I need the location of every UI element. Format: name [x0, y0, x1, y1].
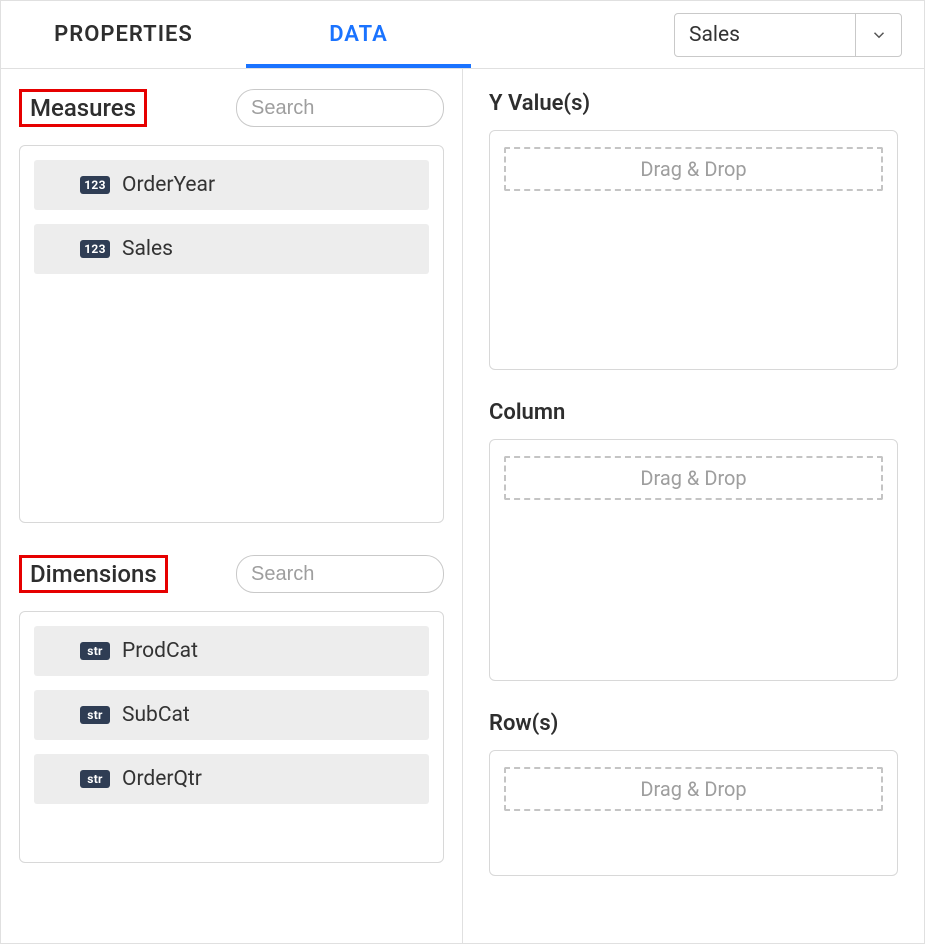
field-label: OrderQtr	[122, 767, 202, 791]
header: PROPERTIES DATA Sales	[1, 1, 924, 69]
column-title: Column	[489, 400, 898, 425]
dimensions-title-highlight: Dimensions	[19, 555, 168, 593]
string-type-icon: str	[80, 706, 110, 724]
y-values-dropzone[interactable]: Drag & Drop	[504, 147, 883, 191]
field-label: Sales	[122, 237, 173, 261]
measure-field-sales[interactable]: 123 Sales	[34, 224, 429, 274]
measures-header: Measures	[19, 89, 444, 127]
measures-title-highlight: Measures	[19, 89, 147, 127]
tab-properties[interactable]: PROPERTIES	[1, 1, 246, 68]
chevron-down-icon	[855, 14, 901, 56]
rows-container: Drag & Drop	[489, 750, 898, 876]
string-type-icon: str	[80, 770, 110, 788]
field-label: ProdCat	[122, 639, 198, 663]
field-label: SubCat	[122, 703, 190, 727]
dimensions-header: Dimensions	[19, 555, 444, 593]
dimensions-title: Dimensions	[30, 560, 157, 588]
measure-field-orderyear[interactable]: 123 OrderYear	[34, 160, 429, 210]
y-values-container: Drag & Drop	[489, 130, 898, 370]
numeric-type-icon: 123	[80, 176, 110, 194]
main: Measures 123 OrderYear 123 Sales	[1, 69, 924, 943]
tabs: PROPERTIES DATA	[1, 1, 471, 68]
dimension-field-prodcat[interactable]: str ProdCat	[34, 626, 429, 676]
dimensions-search-box[interactable]	[236, 555, 444, 593]
measures-title: Measures	[30, 94, 136, 122]
dimension-field-subcat[interactable]: str SubCat	[34, 690, 429, 740]
dimension-field-orderqtr[interactable]: str OrderQtr	[34, 754, 429, 804]
tab-data[interactable]: DATA	[246, 1, 471, 68]
field-label: OrderYear	[122, 173, 215, 197]
dimensions-list: str ProdCat str SubCat str OrderQtr	[19, 611, 444, 863]
measures-search-box[interactable]	[236, 89, 444, 127]
column-dropzone[interactable]: Drag & Drop	[504, 456, 883, 500]
rows-dropzone[interactable]: Drag & Drop	[504, 767, 883, 811]
numeric-type-icon: 123	[80, 240, 110, 258]
string-type-icon: str	[80, 642, 110, 660]
rows-title: Row(s)	[489, 711, 898, 736]
measures-list: 123 OrderYear 123 Sales	[19, 145, 444, 523]
right-panel: Y Value(s) Drag & Drop Column Drag & Dro…	[463, 69, 924, 943]
column-container: Drag & Drop	[489, 439, 898, 681]
left-panel: Measures 123 OrderYear 123 Sales	[1, 69, 463, 943]
datasource-selected: Sales	[675, 23, 855, 47]
y-values-title: Y Value(s)	[489, 91, 898, 116]
datasource-dropdown[interactable]: Sales	[674, 13, 902, 57]
